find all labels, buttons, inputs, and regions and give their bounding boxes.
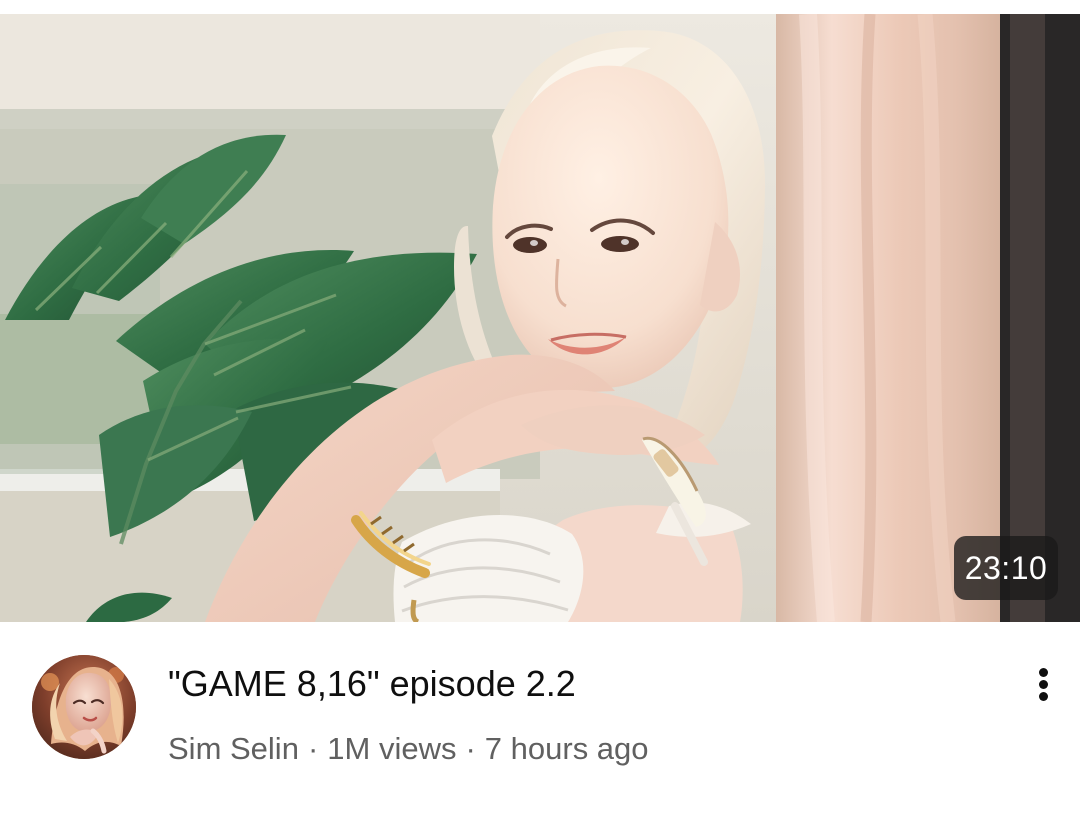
more-actions-button[interactable]	[1016, 656, 1072, 712]
channel-avatar[interactable]	[32, 655, 136, 759]
channel-name[interactable]: Sim Selin	[168, 727, 299, 771]
video-title[interactable]: "GAME 8,16" episode 2.2	[168, 662, 988, 706]
upload-age: 7 hours ago	[484, 731, 649, 766]
top-spacing	[0, 0, 1080, 14]
thumbnail-image	[0, 14, 1080, 622]
metadata-separator: ·	[307, 731, 319, 766]
video-duration-badge: 23:10	[954, 536, 1058, 600]
view-count: 1M views	[327, 731, 457, 766]
video-card[interactable]: 23:10 "GAME 8,16" episode 2.2 Sim Selin …	[0, 0, 1080, 814]
video-thumbnail[interactable]: 23:10	[0, 14, 1080, 622]
video-metadata: Sim Selin · 1M views · 7 hours ago	[168, 727, 988, 771]
metadata-separator: ·	[465, 731, 476, 766]
video-details: "GAME 8,16" episode 2.2 Sim Selin · 1M vie…	[0, 622, 1080, 814]
avatar-image	[32, 655, 136, 759]
